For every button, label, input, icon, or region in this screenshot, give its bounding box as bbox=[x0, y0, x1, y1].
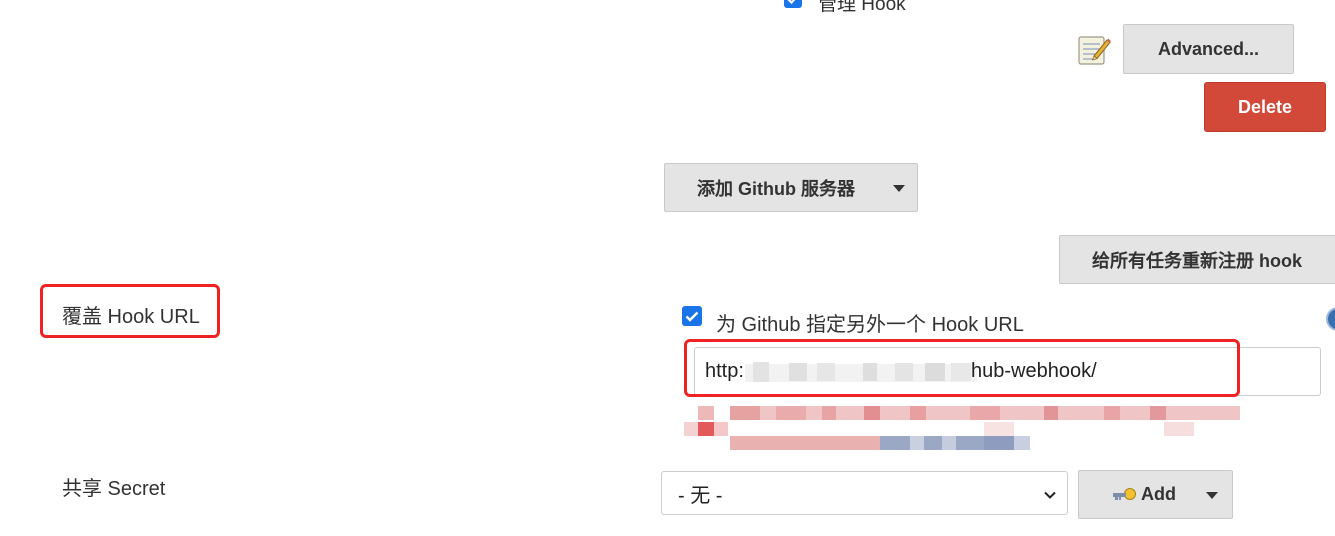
manage-hook-label: 管理 Hook bbox=[818, 0, 906, 15]
secret-select[interactable]: - 无 - bbox=[661, 471, 1068, 515]
secret-select-value: - 无 - bbox=[678, 484, 723, 507]
delete-button[interactable]: Delete bbox=[1204, 82, 1326, 132]
add-github-server-label: 添加 Github 服务器 bbox=[697, 178, 855, 199]
add-credential-button[interactable]: Add bbox=[1078, 470, 1233, 519]
notepad-icon[interactable] bbox=[1076, 32, 1112, 68]
chevron-down-icon bbox=[1043, 485, 1057, 508]
override-hook-url-label: 覆盖 Hook URL bbox=[62, 306, 200, 328]
delete-button-label: Delete bbox=[1237, 96, 1293, 117]
chevron-down-icon bbox=[893, 185, 905, 192]
reregister-hooks-button[interactable]: 给所有任务重新注册 hook bbox=[1059, 235, 1335, 284]
redacted-hint-text bbox=[684, 404, 1244, 454]
advanced-button-label: Advanced... bbox=[1157, 38, 1260, 59]
help-icon[interactable] bbox=[1326, 307, 1335, 331]
override-hook-url-checkbox[interactable] bbox=[682, 306, 702, 326]
shared-secret-label: 共享 Secret bbox=[62, 478, 166, 500]
manage-hook-checkbox[interactable] bbox=[784, 0, 802, 8]
add-github-server-button[interactable]: 添加 Github 服务器 bbox=[664, 163, 918, 212]
add-credential-label: Add bbox=[1141, 484, 1176, 504]
key-icon bbox=[1111, 486, 1137, 504]
chevron-down-icon bbox=[1206, 492, 1218, 499]
override-hook-url-checkbox-label: 为 Github 指定另外一个 Hook URL bbox=[716, 314, 1024, 336]
advanced-button[interactable]: Advanced... bbox=[1123, 24, 1294, 74]
reregister-hooks-label: 给所有任务重新注册 hook bbox=[1092, 250, 1302, 271]
hook-url-highlight bbox=[684, 339, 1240, 397]
